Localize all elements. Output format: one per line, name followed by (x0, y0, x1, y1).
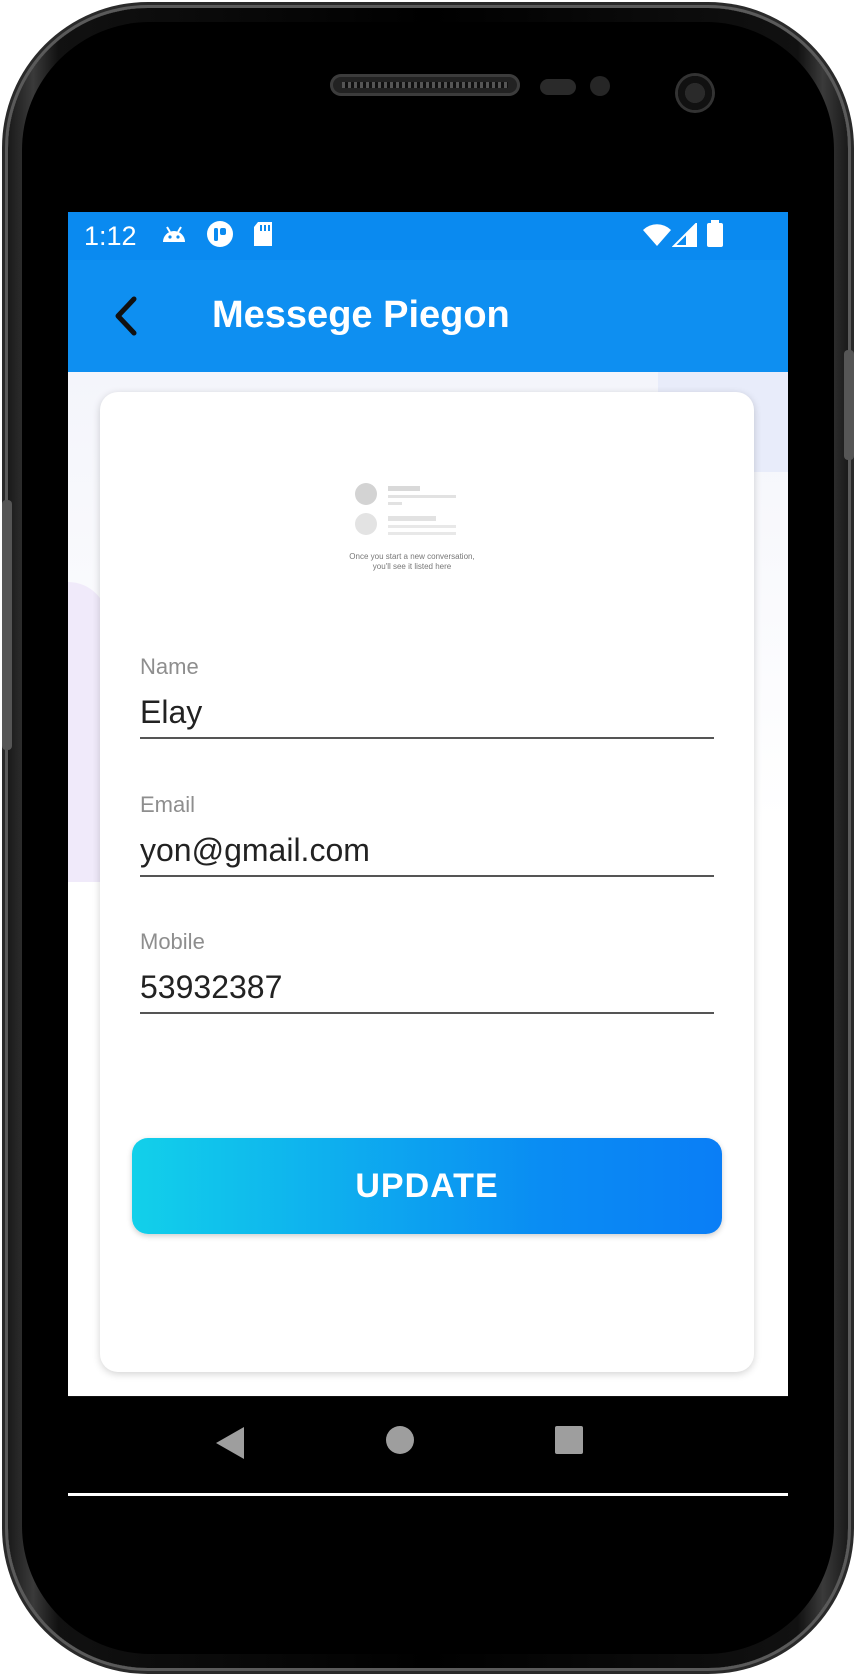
back-button[interactable] (98, 288, 154, 344)
navigation-bar (68, 1396, 788, 1493)
app-title: Messege Piegon (212, 294, 510, 336)
sd-card-icon (254, 222, 272, 246)
nav-home-icon[interactable] (385, 1425, 415, 1455)
battery-icon (707, 220, 723, 247)
app-bar: Messege Piegon (68, 260, 788, 372)
empty-state-caption: Once you start a new conversation, you'l… (324, 552, 500, 572)
earpiece-speaker (330, 74, 520, 96)
proximity-sensor (540, 79, 576, 95)
cell-signal-icon (672, 223, 697, 247)
mobile-field: Mobile (140, 929, 714, 1014)
caption-line: Once you start a new conversation, (349, 552, 475, 561)
content-area: Once you start a new conversation, you'l… (68, 372, 788, 1496)
status-bar: 1:12 (68, 212, 788, 260)
power-button (844, 350, 854, 460)
mobile-input[interactable] (140, 969, 714, 1014)
screen: 1:12 Messege Piegon Once you start a new… (68, 212, 788, 1496)
nav-back-icon[interactable] (214, 1425, 246, 1461)
name-label: Name (140, 654, 199, 679)
wifi-icon (643, 224, 671, 246)
volume-button (2, 500, 12, 750)
app-notification-icon (207, 221, 233, 247)
caption-line: you'll see it listed here (372, 562, 452, 571)
light-sensor (590, 76, 610, 96)
profile-card: Once you start a new conversation, you'l… (100, 392, 754, 1372)
name-input[interactable] (140, 694, 714, 739)
nav-recents-icon[interactable] (554, 1425, 584, 1455)
update-button[interactable]: UPDATE (132, 1138, 722, 1234)
name-field: Name (140, 654, 714, 739)
status-time: 1:12 (84, 221, 137, 251)
android-icon (163, 226, 185, 242)
email-input[interactable] (140, 832, 714, 877)
mobile-label: Mobile (140, 929, 205, 954)
front-camera (675, 73, 715, 113)
email-label: Email (140, 792, 196, 817)
back-arrow-icon (115, 296, 137, 336)
email-field: Email (140, 792, 714, 877)
